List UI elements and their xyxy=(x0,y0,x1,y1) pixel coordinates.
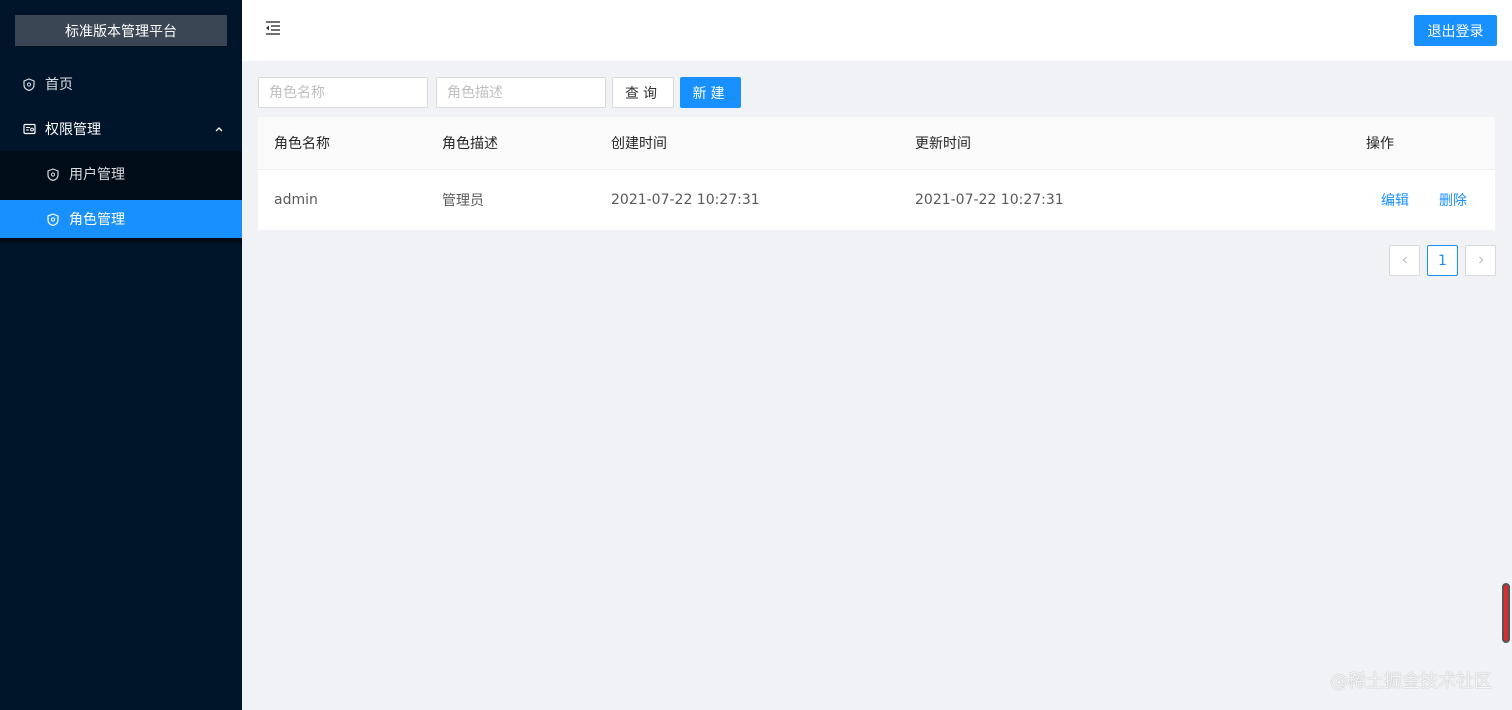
delete-link[interactable]: 删除 xyxy=(1439,190,1467,210)
shield-icon xyxy=(22,77,36,91)
sidebar-item-users[interactable]: 用户管理 xyxy=(0,155,242,193)
role-name-input[interactable] xyxy=(258,77,428,108)
sidebar-item-label: 用户管理 xyxy=(69,167,125,183)
chevron-left-icon xyxy=(1400,253,1410,269)
column-header-role-desc: 角色描述 xyxy=(442,136,498,152)
sidebar-item-label: 权限管理 xyxy=(45,122,101,138)
watermark: @稀土掘金技术社区 xyxy=(1330,671,1492,692)
edit-link[interactable]: 编辑 xyxy=(1381,190,1409,210)
sidebar-item-roles[interactable]: 角色管理 xyxy=(0,200,242,238)
roles-table: 角色名称 角色描述 创建时间 更新时间 操作 admin 管理员 2021-07… xyxy=(258,117,1495,230)
column-header-updated: 更新时间 xyxy=(915,136,971,152)
platform-logo: 标准版本管理平台 xyxy=(15,15,227,46)
sidebar-item-label: 角色管理 xyxy=(69,212,125,228)
permission-card-icon xyxy=(22,122,36,136)
sidebar-item-home[interactable]: 首页 xyxy=(0,65,242,103)
new-button[interactable]: 新建 xyxy=(680,77,741,108)
chevron-up-icon xyxy=(214,122,224,132)
top-header: 退出登录 xyxy=(242,0,1512,61)
table-header: 角色名称 角色描述 创建时间 更新时间 操作 xyxy=(258,117,1495,170)
next-page-button[interactable] xyxy=(1465,245,1496,276)
role-desc-input[interactable] xyxy=(436,77,606,108)
page-number-button[interactable]: 1 xyxy=(1427,245,1458,276)
menu-fold-icon[interactable] xyxy=(264,19,282,37)
query-button[interactable]: 查询 xyxy=(612,77,674,108)
chevron-right-icon xyxy=(1476,253,1486,269)
column-header-created: 创建时间 xyxy=(611,136,667,152)
sidebar-item-label: 首页 xyxy=(45,77,73,93)
column-header-actions: 操作 xyxy=(1366,136,1394,152)
sidebar: 标准版本管理平台 首页 权限管理 用户管理 角色管理 xyxy=(0,0,242,710)
cell-actions: 编辑 删除 xyxy=(1381,170,1467,230)
column-header-role-name: 角色名称 xyxy=(274,136,330,152)
cell-created: 2021-07-22 10:27:31 xyxy=(611,192,760,208)
sidebar-item-permissions[interactable]: 权限管理 xyxy=(0,110,242,148)
cell-role-desc: 管理员 xyxy=(442,193,484,209)
cell-role-name: admin xyxy=(274,192,318,208)
table-row: admin 管理员 2021-07-22 10:27:31 2021-07-22… xyxy=(258,170,1495,230)
shield-icon xyxy=(46,167,60,181)
cell-updated: 2021-07-22 10:27:31 xyxy=(915,192,1064,208)
logout-button[interactable]: 退出登录 xyxy=(1414,15,1497,46)
prev-page-button[interactable] xyxy=(1389,245,1420,276)
scrollbar-thumb[interactable] xyxy=(1502,583,1510,643)
shield-icon xyxy=(46,212,60,226)
